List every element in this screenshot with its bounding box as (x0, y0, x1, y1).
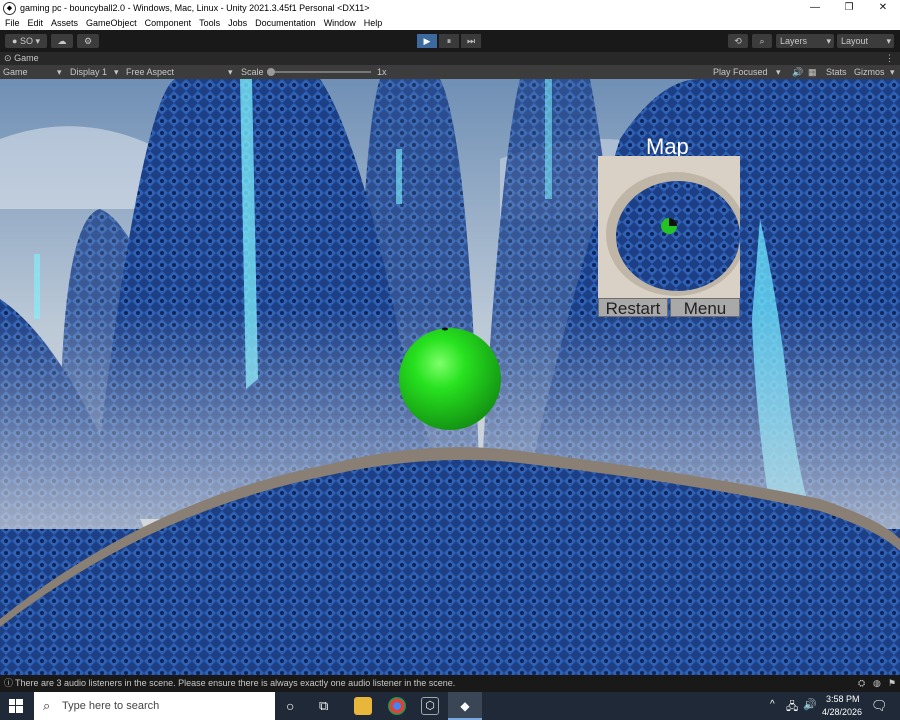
search-icon: ⌕ (43, 698, 51, 713)
notification-icon[interactable]: 🗨 (871, 698, 888, 714)
file-explorer-icon[interactable] (354, 697, 372, 715)
menu-jobs[interactable]: Jobs (228, 18, 247, 28)
restart-button[interactable]: Restart (598, 298, 668, 318)
history-icon[interactable]: ⟲ (728, 34, 748, 48)
minimize-button[interactable]: — (798, 0, 832, 16)
minimap (598, 156, 740, 298)
stats-button[interactable]: Stats (826, 65, 847, 79)
chevron-down-icon: ▾ (35, 36, 40, 46)
play-focused-select[interactable]: Play Focused (713, 65, 768, 79)
status-message: There are 3 audio listeners in the scene… (15, 678, 456, 688)
account-label: SO (19, 36, 33, 46)
game-view-controls: Game ▾ Display 1 ▾ Free Aspect ▾ Scale 1… (0, 65, 900, 79)
display-select[interactable]: Display 1 (70, 65, 107, 79)
gamepad-icon: ⊙ (4, 53, 12, 63)
windows-start-icon[interactable] (9, 699, 23, 713)
menu-documentation[interactable]: Documentation (255, 18, 316, 28)
player-ball (399, 328, 501, 430)
chevron-down-icon: ▾ (890, 67, 895, 77)
account-icon: ● (11, 36, 18, 46)
console-status-bar[interactable]: ⓘ There are 3 audio listeners in the sce… (0, 675, 900, 692)
window-title-bar: ◆ gaming pc - bouncyball2.0 - Windows, M… (0, 0, 900, 16)
game-viewport[interactable]: Map Restart Menu (0, 79, 900, 675)
menu-bar: File Edit Assets GameObject Component To… (0, 16, 900, 30)
speaker-icon[interactable]: 🔊 (792, 65, 803, 79)
windows-taskbar: ⌕ Type here to search ○ ⧉ ⬡ ◆ ^ 🖧 🔊 3:58… (0, 692, 900, 720)
search-placeholder: Type here to search (62, 700, 160, 712)
scale-label: Scale (241, 67, 264, 77)
menu-component[interactable]: Component (145, 18, 192, 28)
clock-date[interactable]: 4/28/2026 (822, 707, 862, 717)
chevron-down-icon: ▾ (57, 67, 62, 77)
menu-help[interactable]: Help (364, 18, 383, 28)
layers-dropdown[interactable]: Layers ▾ (776, 34, 834, 48)
scale-value: 1x (377, 67, 387, 77)
cortana-icon[interactable]: ○ (286, 698, 294, 714)
search-icon[interactable]: ⌕ (752, 34, 772, 48)
progress-icon: ⛭ (858, 678, 866, 688)
account-dropdown[interactable]: ● SO ▾ (5, 34, 47, 48)
layers-label: Layers (780, 36, 808, 46)
scale-slider-track[interactable] (267, 71, 371, 73)
speaker-icon[interactable]: 🔊 (803, 698, 817, 711)
vsync-icon[interactable]: ▦ (808, 65, 817, 79)
scale-slider-handle[interactable] (267, 68, 275, 76)
game-scene (0, 79, 900, 675)
game-tab-bar: ⊙ Game ⋮ (0, 52, 900, 65)
menu-file[interactable]: File (5, 18, 20, 28)
chevron-down-icon: ▾ (114, 67, 119, 77)
pause-button[interactable]: ⏸ (439, 34, 459, 48)
clock-time[interactable]: 3:58 PM (826, 694, 860, 704)
menu-assets[interactable]: Assets (51, 18, 78, 28)
window-title: gaming pc - bouncyball2.0 - Windows, Mac… (20, 3, 370, 13)
layout-dropdown[interactable]: Layout ▾ (837, 34, 894, 48)
taskbar-search[interactable]: ⌕ Type here to search (34, 692, 275, 720)
network-icon[interactable]: 🖧 (786, 698, 798, 717)
network-icon: ◍ (873, 678, 881, 688)
chrome-icon[interactable] (388, 697, 406, 715)
aspect-select[interactable]: Free Aspect (126, 65, 174, 79)
chevron-down-icon: ▾ (826, 36, 831, 46)
more-options-icon[interactable]: ⋮ (885, 52, 894, 65)
main-toolbar: ● SO ▾ ☁ ⚙ ▶ ⏸ ⏭ ⟲ ⌕ Layers ▾ Layout ▾ (0, 30, 900, 52)
menu-window[interactable]: Window (324, 18, 356, 28)
cloud-icon[interactable]: ☁ (51, 34, 73, 48)
debug-icon: ⚑ (888, 678, 897, 688)
unity-editor-icon[interactable]: ◆ (448, 692, 482, 720)
maximize-button[interactable]: ❐ (832, 0, 866, 16)
close-button[interactable]: ✕ (866, 0, 900, 16)
chevron-down-icon: ▾ (228, 67, 233, 77)
step-button[interactable]: ⏭ (461, 34, 481, 48)
collab-icon[interactable]: ⚙ (77, 34, 99, 48)
play-button[interactable]: ▶ (417, 34, 437, 48)
menu-tools[interactable]: Tools (199, 18, 220, 28)
layout-label: Layout (841, 36, 869, 46)
chevron-down-icon: ▾ (776, 67, 781, 77)
tab-label: Game (14, 53, 39, 63)
gizmos-button[interactable]: Gizmos (854, 65, 885, 79)
game-tab[interactable]: ⊙ Game (4, 52, 39, 65)
info-icon: ⓘ (4, 678, 14, 688)
view-select[interactable]: Game (3, 65, 28, 79)
unity-hub-icon[interactable]: ⬡ (421, 697, 439, 715)
menu-button[interactable]: Menu (670, 298, 740, 318)
unity-icon: ◆ (3, 1, 16, 15)
task-view-icon[interactable]: ⧉ (319, 698, 328, 714)
menu-edit[interactable]: Edit (28, 18, 44, 28)
menu-gameobject[interactable]: GameObject (86, 18, 137, 28)
chevron-up-icon[interactable]: ^ (770, 699, 775, 710)
chevron-down-icon: ▾ (886, 36, 891, 46)
